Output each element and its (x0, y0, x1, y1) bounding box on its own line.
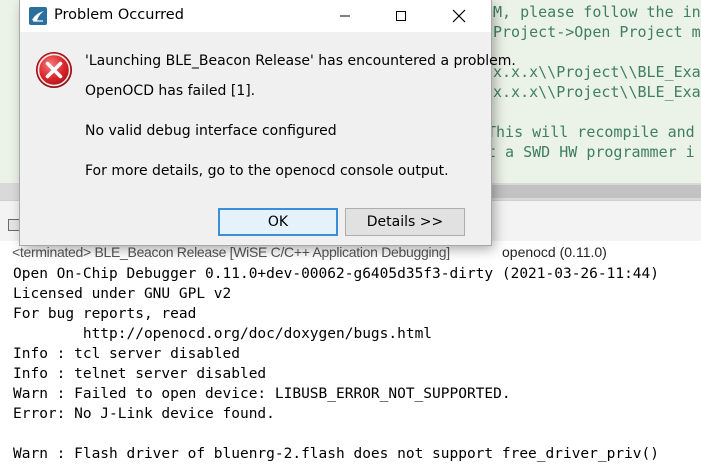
console-line: Open On-Chip Debugger 0.11.0+dev-00062-g… (13, 266, 660, 282)
details-button[interactable]: Details >> (345, 208, 465, 236)
console-status-terminated: <terminated> BLE_Beacon Release [WiSE C/… (12, 244, 450, 260)
ok-button[interactable]: OK (218, 208, 338, 236)
editor-line: M, please follow the ins (493, 3, 701, 21)
console-line: Error: No J-Link device found. (13, 406, 275, 422)
editor-line: Project->Open Project m (493, 23, 701, 41)
minimize-icon (340, 15, 350, 17)
console-line: Licensed under GNU GPL v2 (13, 286, 232, 302)
editor-line: t a SWD HW programmer i (487, 143, 695, 161)
minimize-button[interactable] (322, 0, 368, 32)
dialog-body: 'Launching BLE_Beacon Release' has encou… (20, 32, 516, 245)
scrollbar-thumb[interactable] (490, 185, 701, 198)
console-status-line: <terminated> BLE_Beacon Release [WiSE C/… (0, 244, 701, 264)
close-button[interactable] (436, 0, 482, 32)
editor-line: This will recompile and (487, 123, 695, 141)
console-status-process: openocd (0.11.0) (502, 244, 607, 260)
error-detail-failed: OpenOCD has failed [1]. (85, 83, 256, 99)
dialog-title: Problem Occurred (54, 7, 184, 23)
maximize-button[interactable] (378, 0, 424, 32)
close-icon (452, 9, 466, 23)
error-icon (36, 52, 72, 88)
dialog-titlebar[interactable]: Problem Occurred (20, 0, 491, 32)
console-line: Info : telnet server disabled (13, 366, 267, 382)
console-line: http://openocd.org/doc/doxygen/bugs.html (13, 326, 433, 342)
problem-occurred-dialog: Problem Occurred 'Launching BLE_Beacon R… (20, 0, 516, 245)
console-line: Warn : Flash driver of bluenrg-2.flash d… (13, 446, 660, 462)
console-line: Warn : Failed to open device: LIBUSB_ERR… (13, 386, 511, 402)
console-output[interactable]: Open On-Chip Debugger 0.11.0+dev-00062-g… (0, 264, 701, 471)
eclipse-app-icon (29, 7, 47, 25)
error-detail-interface: No valid debug interface configured (85, 123, 337, 139)
editor-line: x.x.x\\Project\\BLE_Exa (493, 83, 701, 101)
error-message: 'Launching BLE_Beacon Release' has encou… (85, 53, 516, 69)
maximize-icon (396, 11, 406, 21)
error-detail-console-hint: For more details, go to the openocd cons… (85, 163, 449, 179)
console-line: For bug reports, read (13, 306, 197, 322)
console-line: Info : tcl server disabled (13, 346, 240, 362)
editor-line: x.x.x\\Project\\BLE_Exa (493, 63, 701, 81)
console-icon[interactable] (8, 219, 20, 231)
